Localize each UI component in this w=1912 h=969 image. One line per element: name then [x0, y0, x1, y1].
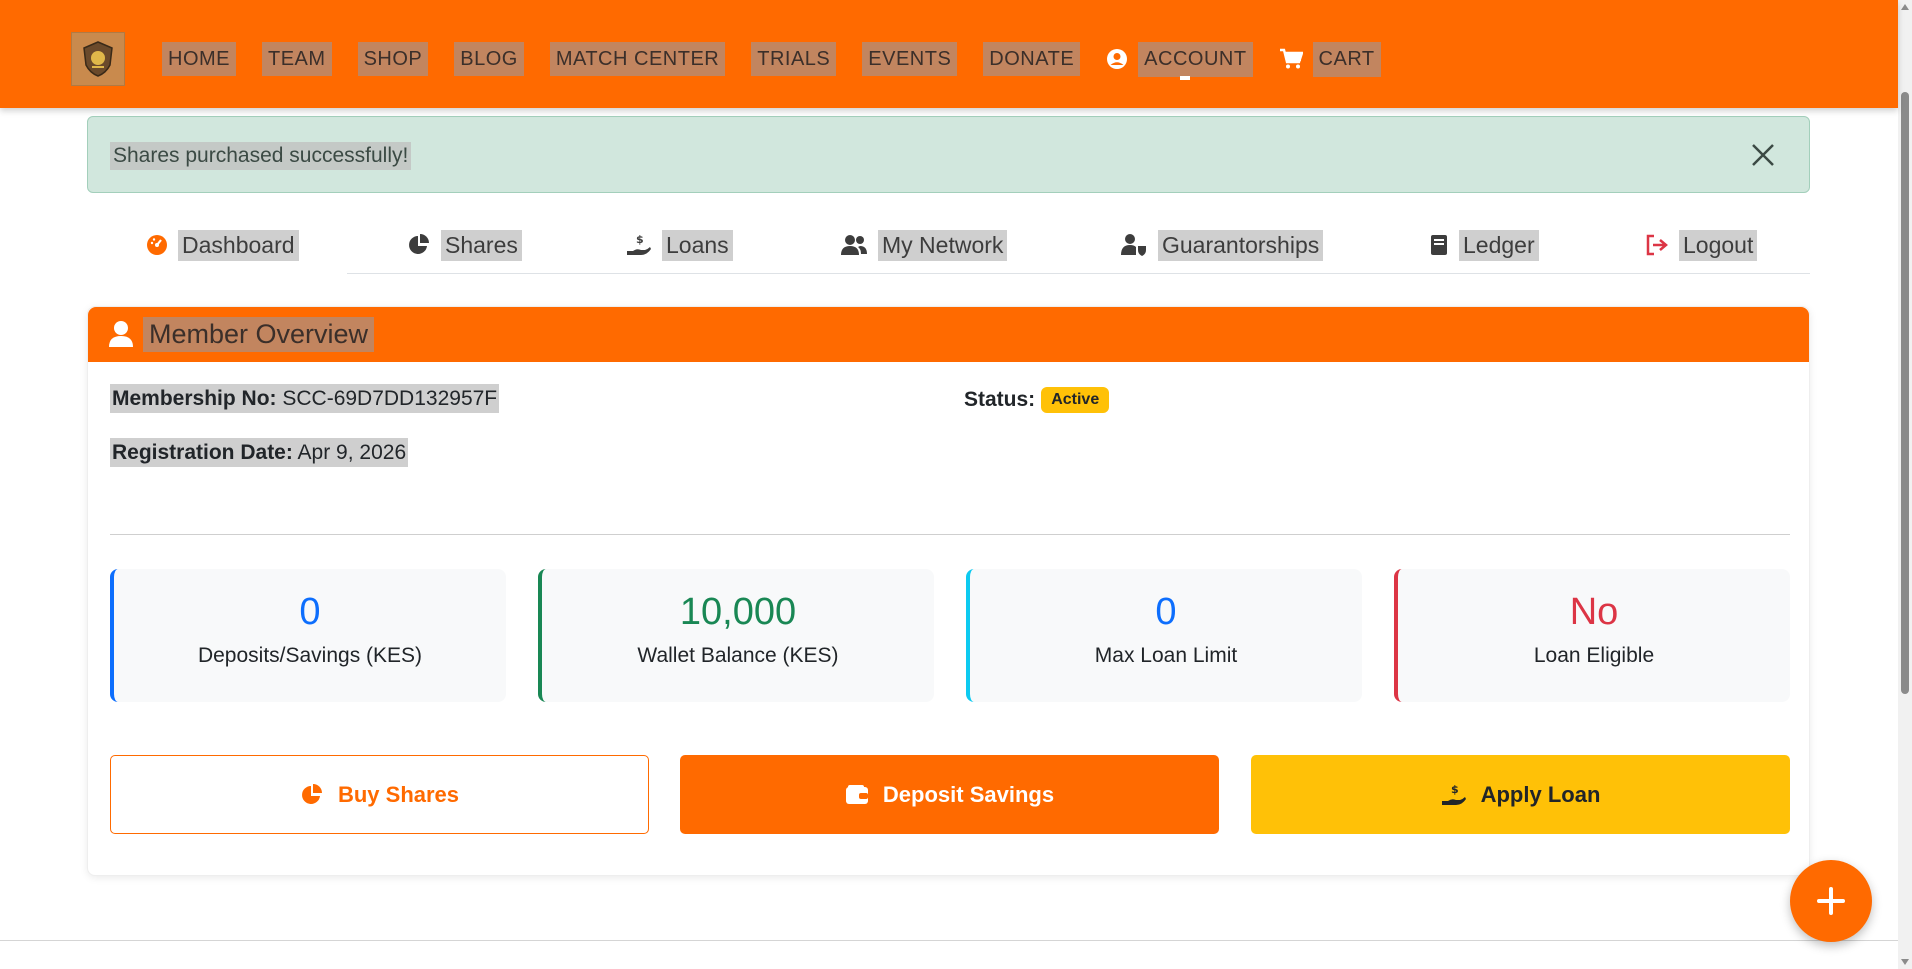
- status-label: Status:: [964, 388, 1036, 411]
- nav-blog[interactable]: BLOG: [454, 42, 524, 76]
- nav-account[interactable]: ACCOUNT: [1106, 41, 1253, 77]
- tab-shares-label: Shares: [441, 229, 522, 261]
- nav-cart[interactable]: CART: [1279, 41, 1381, 77]
- tab-loans[interactable]: $ Loans: [626, 228, 733, 262]
- dashboard-tabs: Dashboard Shares $ Loans My Network Guar…: [87, 218, 1810, 274]
- nav-account-label: ACCOUNT: [1138, 41, 1253, 77]
- stat-wallet-balance: 10,000 Wallet Balance (KES): [538, 569, 934, 702]
- svg-text:$: $: [1451, 783, 1459, 796]
- nav-trials-label: TRIALS: [757, 47, 831, 70]
- pie-chart-icon: [407, 233, 431, 257]
- alert-message: Shares purchased successfully!: [110, 142, 412, 170]
- registration-date: Registration Date: Apr 9, 2026: [110, 438, 409, 467]
- nav-home[interactable]: HOME: [162, 42, 236, 76]
- nav-trials[interactable]: TRIALS: [751, 42, 837, 76]
- shopping-cart-icon: [1279, 48, 1303, 70]
- card-header: Member Overview: [88, 307, 1809, 362]
- nav-cart-label: CART: [1312, 41, 1381, 77]
- floating-add-button[interactable]: [1790, 860, 1872, 942]
- stat-max-loan-limit-caption: Max Loan Limit: [1094, 644, 1238, 667]
- hand-dollar-icon: $: [1441, 783, 1467, 807]
- card-title: Member Overview: [143, 317, 375, 352]
- tab-my-network-label: My Network: [878, 229, 1008, 261]
- page-bottom-divider: [0, 940, 1898, 941]
- book-icon: [1429, 234, 1449, 256]
- stat-deposits-caption: Deposits/Savings (KES): [197, 644, 423, 667]
- user-circle-icon: [1106, 48, 1128, 70]
- stat-wallet-balance-caption: Wallet Balance (KES): [637, 644, 839, 667]
- success-alert: Shares purchased successfully!: [87, 116, 1810, 193]
- membership-number-label: Membership No:: [112, 387, 277, 410]
- buy-shares-label: Buy Shares: [337, 781, 460, 807]
- stat-deposits: 0 Deposits/Savings (KES): [110, 569, 506, 702]
- nav-blog-label: BLOG: [460, 47, 518, 70]
- nav-events[interactable]: EVENTS: [862, 42, 958, 76]
- stat-max-loan-limit-value: 0: [1155, 591, 1177, 633]
- account-dropdown-indicator: [1180, 76, 1190, 80]
- nav-team[interactable]: TEAM: [262, 42, 332, 76]
- apply-loan-button[interactable]: $ Apply Loan: [1251, 755, 1790, 834]
- pie-chart-icon: [300, 783, 324, 807]
- tab-ledger-label: Ledger: [1459, 229, 1539, 261]
- scrollbar-thumb[interactable]: [1901, 92, 1909, 694]
- tab-my-network[interactable]: My Network: [840, 228, 1008, 262]
- membership-number-value: SCC-69D7DD132957F: [282, 387, 498, 410]
- tab-guarantorships[interactable]: Guarantorships: [1120, 228, 1324, 262]
- nav-shop[interactable]: SHOP: [357, 42, 429, 76]
- stat-loan-eligible: No Loan Eligible: [1394, 569, 1790, 702]
- hand-dollar-icon: $: [626, 233, 652, 257]
- nav-events-label: EVENTS: [868, 47, 952, 70]
- nav-donate[interactable]: DONATE: [983, 42, 1081, 76]
- stat-max-loan-limit: 0 Max Loan Limit: [966, 569, 1362, 702]
- registration-date-label: Registration Date:: [112, 441, 293, 464]
- user-shield-icon: [1120, 233, 1148, 257]
- apply-loan-label: Apply Loan: [1480, 781, 1601, 807]
- nav-home-label: HOME: [168, 47, 230, 70]
- page-scrollbar[interactable]: [1898, 0, 1912, 969]
- section-divider: [110, 534, 1790, 535]
- plus-icon: [1817, 887, 1845, 915]
- stat-deposits-value: 0: [299, 591, 321, 633]
- nav-donate-label: DONATE: [989, 47, 1075, 70]
- gauge-icon: [146, 234, 168, 256]
- nav-shop-label: SHOP: [363, 47, 423, 70]
- tab-logout-label: Logout: [1679, 229, 1758, 261]
- user-icon: [108, 320, 134, 353]
- sign-out-icon: [1645, 234, 1669, 256]
- buy-shares-button[interactable]: Buy Shares: [110, 755, 649, 834]
- stat-loan-eligible-caption: Loan Eligible: [1533, 644, 1655, 667]
- close-alert-button[interactable]: [1747, 139, 1779, 171]
- tab-dashboard[interactable]: Dashboard: [146, 228, 299, 262]
- scroll-down-arrow[interactable]: [1901, 959, 1909, 965]
- top-navbar: HOME TEAM SHOP BLOG MATCH CENTER TRIALS …: [0, 0, 1898, 108]
- nav-team-label: TEAM: [268, 47, 326, 70]
- tab-logout[interactable]: Logout: [1645, 228, 1758, 262]
- stat-loan-eligible-value: No: [1569, 591, 1619, 633]
- crest-icon: [83, 41, 113, 77]
- deposit-savings-button[interactable]: Deposit Savings: [680, 755, 1219, 834]
- registration-date-value: Apr 9, 2026: [297, 441, 407, 464]
- close-icon: [1752, 144, 1774, 166]
- member-status: Status: Active: [964, 387, 1110, 413]
- nav-match-center[interactable]: MATCH CENTER: [549, 42, 726, 76]
- wallet-icon: [845, 784, 869, 806]
- member-overview-card: Member Overview Membership No: SCC-69D7D…: [87, 306, 1810, 876]
- tab-guarantorships-label: Guarantorships: [1158, 229, 1324, 261]
- scroll-up-arrow[interactable]: [1901, 4, 1909, 10]
- tab-loans-label: Loans: [662, 229, 733, 261]
- tab-shares[interactable]: Shares: [407, 228, 522, 262]
- club-logo[interactable]: [71, 32, 125, 86]
- tab-ledger[interactable]: Ledger: [1429, 228, 1539, 262]
- membership-number: Membership No: SCC-69D7DD132957F: [110, 384, 500, 413]
- svg-text:$: $: [636, 233, 644, 246]
- nav-match-center-label: MATCH CENTER: [555, 47, 720, 70]
- tab-dashboard-label: Dashboard: [178, 229, 299, 261]
- deposit-savings-label: Deposit Savings: [882, 781, 1055, 807]
- stat-wallet-balance-value: 10,000: [679, 591, 797, 633]
- users-icon: [840, 234, 868, 256]
- status-badge: Active: [1041, 387, 1110, 413]
